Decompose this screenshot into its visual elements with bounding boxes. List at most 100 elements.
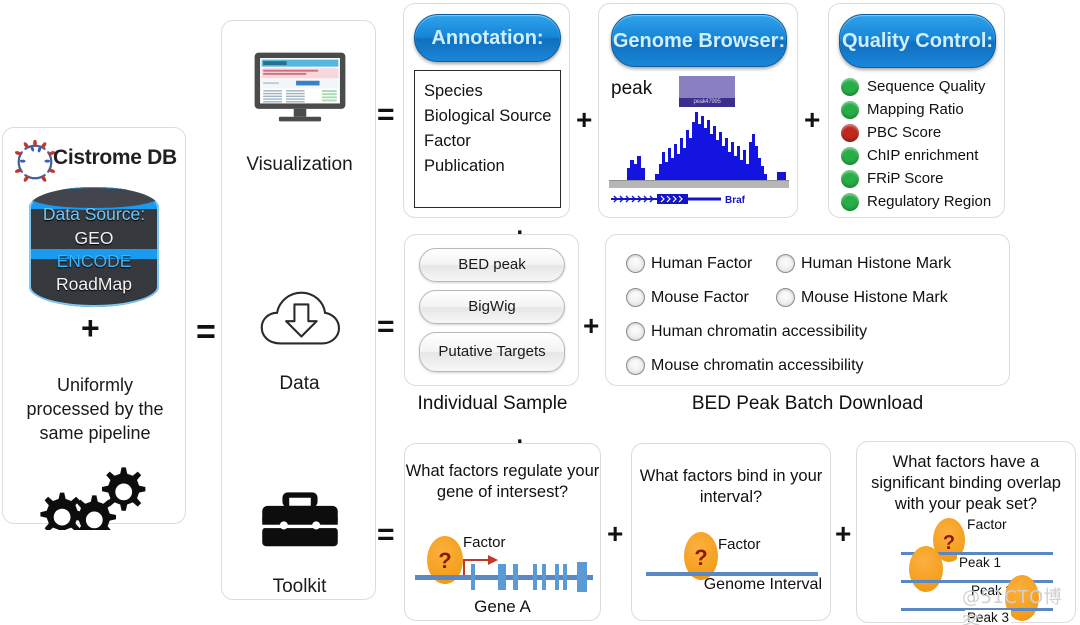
qc-item-mapping-ratio: Mapping Ratio [841,99,1001,121]
exon [563,564,567,590]
qc-item-frip-score: FRiP Score [841,168,1001,190]
genome-axis-bar [609,180,789,188]
radio-label: Human Factor [651,255,753,272]
bigwig-button[interactable]: BigWig [419,290,565,324]
toolkit-question-3: What factors have a significant binding … [871,453,1061,513]
gene-a-label: Gene A [474,597,531,616]
plus-operator-row1-b: + [804,104,821,135]
radio-button-icon[interactable] [626,356,645,375]
status-dot-icon [841,101,859,119]
individual-sample-panel: BED peak BigWig Putative Targets [404,234,579,386]
qc-item-regulatory-region: Regulatory Region [841,191,1001,213]
diagram-root: Cistrome DB Data Source: GEO ENCODE Road… [0,0,1080,625]
qc-item-chip-enrichment: ChIP enrichment [841,145,1001,167]
bed-peak-batch-download-panel: Human Factor Human Histone Mark Mouse Fa… [605,234,1010,386]
data-source-line-2: GEO [74,228,114,248]
exon [542,564,546,590]
toolkit-panel-interval-binding: What factors bind in your interval? ? Fa… [631,443,831,621]
factor-label-1: Factor [463,534,506,551]
overlap-blob-2 [909,546,943,592]
qc-item-label: PBC Score [867,124,942,141]
radio-button-icon[interactable] [626,322,645,341]
platform-components-panel: Visualization + Data + Toolkit [221,20,529,600]
plus-operator-row2: + [583,310,600,341]
database-cylinder-icon: Data Source: GEO ENCODE RoadMap [29,187,159,307]
visualization-label: Visualization [246,154,353,175]
toolkit-question-1: What factors regulate your gene of inter… [405,462,600,501]
factor-label-3: Factor [967,516,1007,532]
plus-operator-row3-a: + [607,518,624,549]
radio-label: Mouse chromatin accessibility [651,357,864,374]
qc-item-label: FRiP Score [867,170,944,187]
peak-track-label: peak [611,78,653,99]
data-source-line-4: RoadMap [56,274,132,294]
uniform-pipeline-text: Uniformly processed by the same pipeline [26,375,164,443]
equals-operator-row1: = [377,98,395,131]
exon [498,564,506,590]
gene-track: Braf [611,194,746,206]
gears-icon [40,467,146,530]
putative-targets-button[interactable]: Putative Targets [419,332,565,372]
radio-label: Mouse Factor [651,289,749,306]
plus-operator-row1-a: + [576,104,593,135]
bed-peak-batch-download-caption: BED Peak Batch Download [691,393,924,414]
radio-label: Human Histone Mark [801,255,952,272]
cistrome-db-title: Cistrome DB [53,146,177,169]
quality-control-panel: Quality Control: Sequence Quality Mappin… [828,3,1005,218]
exon [577,562,587,592]
qc-item-label: Mapping Ratio [867,101,964,118]
radio-button-icon[interactable] [776,288,795,307]
exon [471,564,475,590]
bed-peak-button[interactable]: BED peak [419,248,565,282]
svg-text:Braf: Braf [725,195,746,206]
toolkit-label: Toolkit [272,576,327,597]
genome-browser-tracks: peak peak47995 Braf [609,74,789,206]
quality-control-title-pill[interactable]: Quality Control: [839,14,996,68]
genome-interval-label: Genome Interval [703,576,822,593]
exon [555,564,559,590]
exon [533,564,537,590]
equals-operator-main: = [196,313,216,351]
factor-label-2: Factor [718,536,761,553]
annotation-item-factor: Factor [424,132,471,150]
radio-label: Mouse Histone Mark [801,289,948,306]
status-dot-icon [841,78,859,96]
data-label: Data [279,373,320,394]
plus-operator-cistrome: + [81,310,100,346]
cistrome-db-panel: Cistrome DB Data Source: GEO ENCODE Road… [2,127,186,530]
watermark: @51CTO博客 [962,587,1063,625]
qc-item-sequence-quality: Sequence Quality [841,76,1001,98]
status-dot-icon [841,147,859,165]
status-dot-icon [841,124,859,142]
data-source-line-1: Data Source: [42,204,146,224]
radio-button-icon[interactable] [626,254,645,273]
radio-button-icon[interactable] [776,254,795,273]
cloud-download-icon [260,291,341,345]
status-dot-icon [841,170,859,188]
qc-item-label: ChIP enrichment [867,147,979,164]
peak-id-tag: peak47995 [679,98,735,107]
toolkit-question-2: What factors bind in your interval? [639,467,823,506]
genome-browser-panel: Genome Browser: peak peak47995 Braf [598,3,798,218]
cistrome-db-header: Cistrome DB [9,138,181,184]
plus-operator-row3-b: + [835,518,852,549]
annotation-item-publication: Publication [424,157,505,175]
dna-circle-icon [14,140,56,182]
qc-item-label: Sequence Quality [867,78,986,95]
monitor-icon [254,52,346,122]
peak-block [679,76,735,98]
factor-blob-question-mark: ? [438,548,452,573]
annotation-field-list: Species Biological Source Factor Publica… [414,70,561,208]
equals-operator-row3: = [377,518,395,551]
annotation-title-pill[interactable]: Annotation: [414,14,561,62]
qc-item-pbc-score: PBC Score [841,122,1001,144]
qc-item-label: Regulatory Region [867,193,992,210]
status-dot-icon [841,193,859,211]
radio-button-icon[interactable] [626,288,645,307]
toolkit-panel-gene-regulation: What factors regulate your gene of inter… [404,443,601,621]
factor-blob-question-mark: ? [694,545,708,570]
genome-browser-title-pill[interactable]: Genome Browser: [611,14,787,67]
signal-histogram [609,112,786,182]
radio-label: Human chromatin accessibility [651,323,868,340]
annotation-panel: Annotation: Species Biological Source Fa… [403,3,570,218]
